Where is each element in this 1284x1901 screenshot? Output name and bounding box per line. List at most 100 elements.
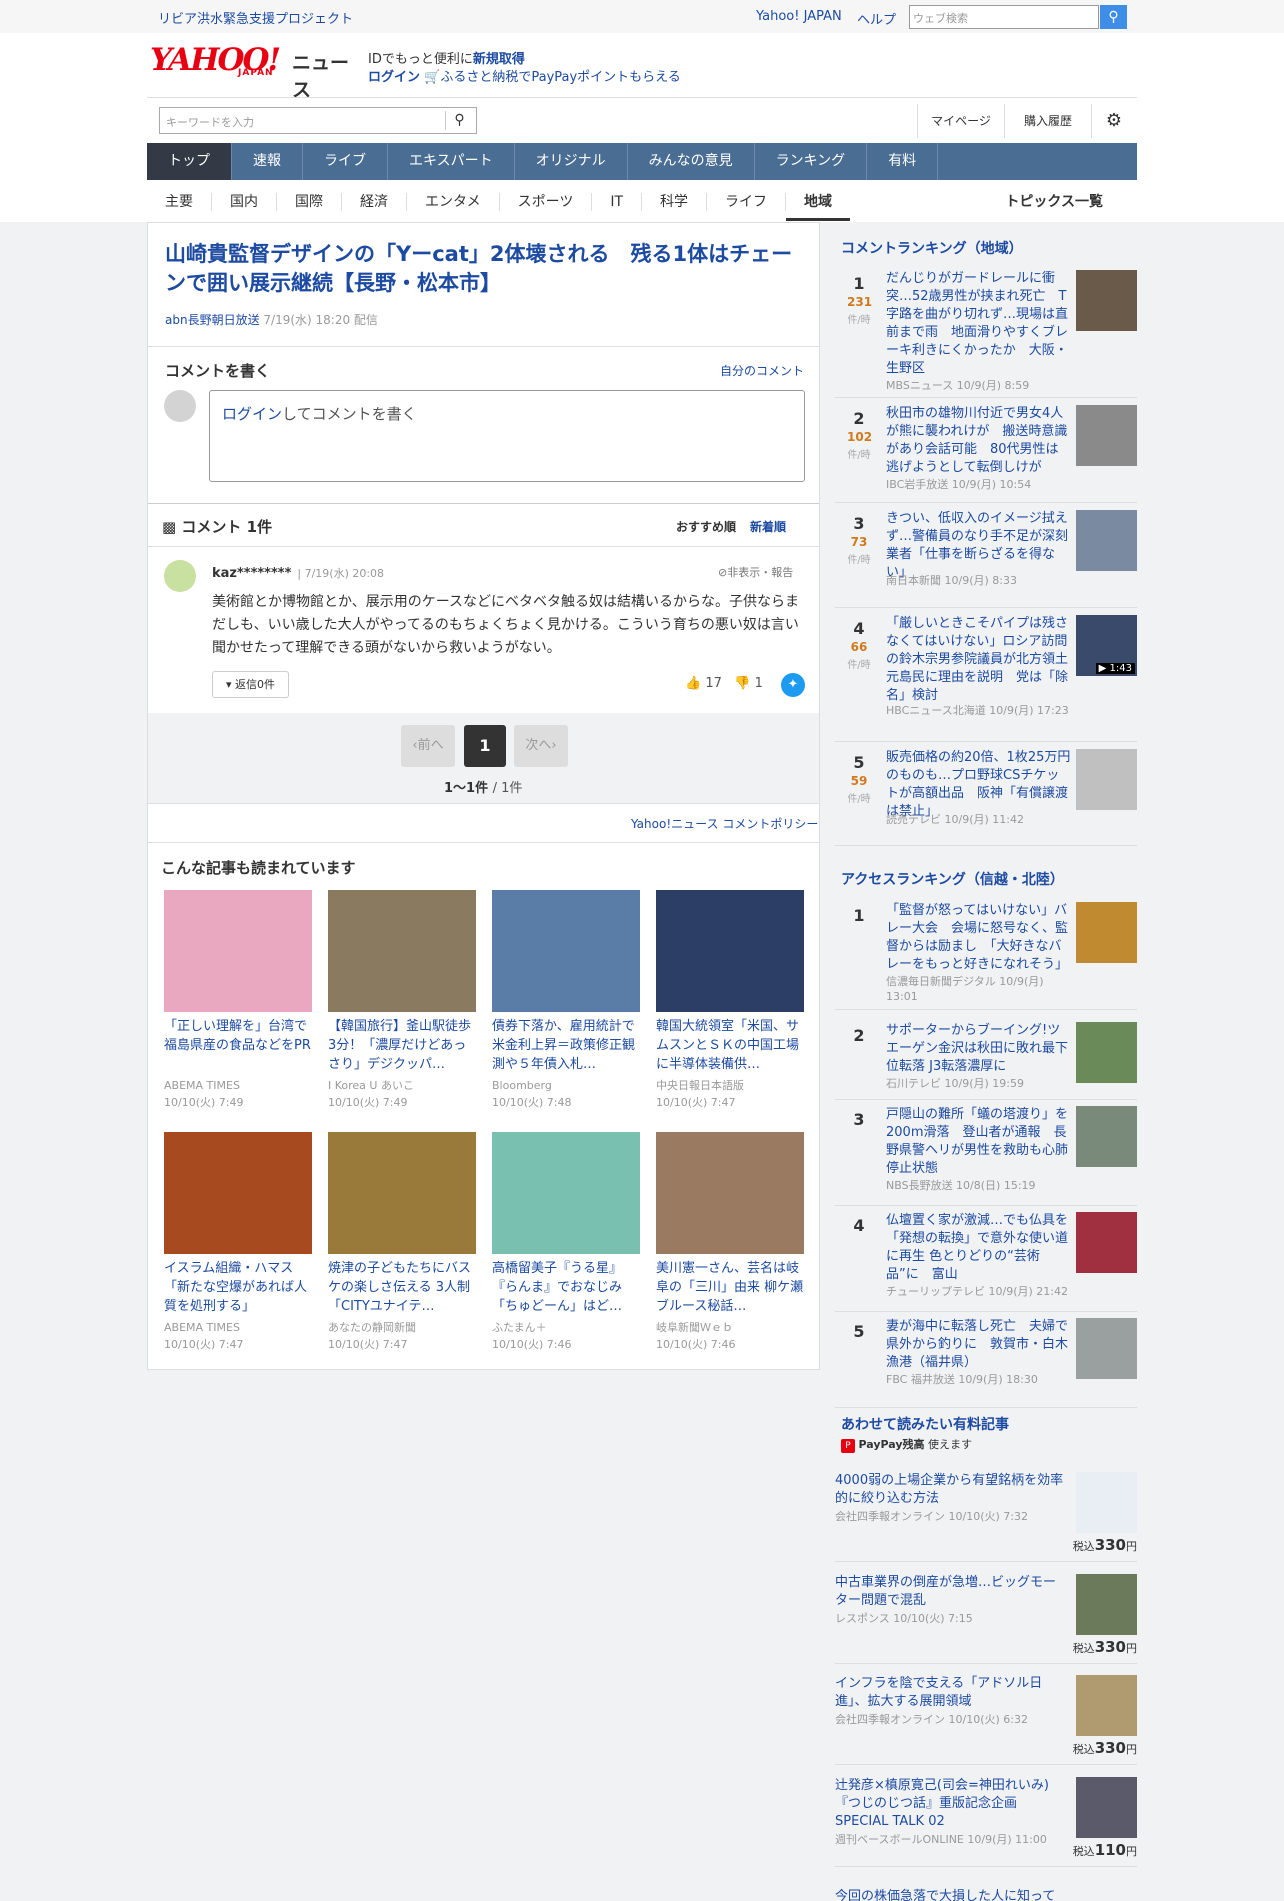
related-card[interactable]: 「正しい理解を」台湾で福島県産の食品などをPR ABEMA TIMES 10/10(…	[164, 890, 312, 1111]
comment-input[interactable]: ログインしてコメントを書く	[209, 390, 805, 482]
article-title[interactable]: 山崎貴監督デザインの「Yーcat」2体壊される 残る1体はチェーンで囲い展示継続…	[165, 240, 805, 298]
ranking-title[interactable]: 「厳しいときこそパイプは残さなくてはいけない」ロシア訪問の鈴木宗男参院議員が北方…	[886, 615, 1071, 705]
nav-live[interactable]: ライブ	[303, 143, 388, 180]
ranking-title[interactable]: だんじりがガードレールに衝突…52歳男性が挟まれ死亡 T字路を曲がり切れず…現場…	[886, 270, 1071, 378]
card-thumbnail[interactable]	[656, 1132, 804, 1254]
promo-link[interactable]: リビア洪水緊急支援プロジェクト	[158, 8, 353, 27]
paid-title[interactable]: 辻発彦×槙原寛己(司会=神田れいみ)『つじのじつ話』重版記念企画 SPECIAL…	[835, 1777, 1067, 1831]
paid-thumbnail[interactable]	[1076, 1574, 1137, 1635]
comment-policy-link[interactable]: Yahoo!ニュース コメントポリシー	[631, 815, 818, 832]
nav-breaking[interactable]: 速報	[232, 143, 303, 180]
ranking-title[interactable]: 戸隠山の難所「蟻の塔渡り」を200m滑落 登山者が通報 長野県警ヘリが男性を救助…	[886, 1106, 1071, 1178]
ranking-item[interactable]: 3 73 件/時 きつい、低収入のイメージ拭えず…警備員のなり手不足が深刻 業者「仕事…	[835, 510, 1137, 608]
paid-item[interactable]: 4000弱の上場企業から有望銘柄を効率的に絞り込む方法 会社四季報オンライン 10…	[835, 1472, 1137, 1562]
keyword-input[interactable]: キーワードを入力	[159, 107, 477, 134]
related-card[interactable]: 韓国大統領室「米国、サムスンとＳＫの中国工場に半導体装備供… 中央日報日本語版 10…	[656, 890, 804, 1111]
yahoo-news-logo[interactable]: YAHOO! JAPAN ニュース	[150, 42, 360, 101]
nav-original[interactable]: オリジナル	[515, 143, 628, 180]
ranking-item[interactable]: 2 102 件/時 秋田市の雄物川付近で男女4人が熊に襲われけが 搬送時意識があり会話…	[835, 405, 1137, 503]
ranking-thumbnail[interactable]	[1076, 1022, 1137, 1083]
ranking-thumbnail[interactable]	[1076, 510, 1137, 571]
ranking-thumbnail[interactable]	[1076, 749, 1137, 810]
gear-icon[interactable]: ⚙	[1091, 104, 1136, 138]
paid-item[interactable]: 今回の株価急落で大損した人に知って	[835, 1888, 1137, 1901]
ranking-thumbnail[interactable]	[1076, 405, 1137, 466]
my-comment-link[interactable]: 自分のコメント	[720, 362, 804, 379]
card-title[interactable]: 韓国大統領室「米国、サムスンとＳＫの中国工場に半導体装備供…	[656, 1017, 804, 1074]
card-thumbnail[interactable]	[164, 1132, 312, 1254]
page-1-button[interactable]: 1	[464, 725, 506, 767]
yahoo-japan-link[interactable]: Yahoo! JAPAN	[756, 9, 842, 24]
hide-report-link[interactable]: ⊘非表示・報告	[718, 564, 793, 580]
card-title[interactable]: イスラム組織・ハマス「新たな空爆があれば人質を処刑する」	[164, 1259, 312, 1316]
ranking-thumbnail[interactable]	[1076, 270, 1137, 331]
paid-title[interactable]: 今回の株価急落で大損した人に知って	[835, 1888, 1067, 1901]
ranking-item[interactable]: 3 戸隠山の難所「蟻の塔渡り」を200m滑落 登山者が通報 長野県警ヘリが男性を救…	[835, 1106, 1137, 1206]
card-title[interactable]: 【韓国旅行】釜山駅徒歩3分！「濃厚だけどあっさり」デジクッパ…	[328, 1017, 476, 1074]
card-title[interactable]: 債券下落か、雇用統計で米金利上昇＝政策修正観測や５年債入札…	[492, 1017, 640, 1074]
ranking-title[interactable]: 「監督が怒ってはいけない」バレー大会 会場に怒号なく、監督からは励まし 「大好き…	[886, 902, 1071, 974]
related-card[interactable]: 【韓国旅行】釜山駅徒歩3分！「濃厚だけどあっさり」デジクッパ… I Korea U…	[328, 890, 476, 1111]
nav-expert[interactable]: エキスパート	[388, 143, 515, 180]
paid-item[interactable]: 辻発彦×槙原寛己(司会=神田れいみ)『つじのじつ話』重版記念企画 SPECIAL…	[835, 1777, 1137, 1867]
card-title[interactable]: 美川憲一さん、芸名は岐阜の「三川」由来 柳ケ瀬ブルース秘話…	[656, 1259, 804, 1316]
ranking-item[interactable]: 2 サポーターからブーイング!ツエーゲン金沢は秋田に敗れ最下位転落 J3転落濃厚に…	[835, 1022, 1137, 1100]
paid-thumbnail[interactable]	[1076, 1472, 1137, 1533]
paid-title[interactable]: 中古車業界の倒産が急増…ビッグモーター問題で混乱	[835, 1574, 1067, 1610]
register-link[interactable]: 新規取得	[473, 52, 525, 67]
topics-list-link[interactable]: トピックス一覧	[987, 193, 1121, 211]
source-link[interactable]: abn長野朝日放送	[165, 313, 260, 327]
card-thumbnail[interactable]	[492, 1132, 640, 1254]
ranking-item[interactable]: 4 66 件/時 「厳しいときこそパイプは残さなくてはいけない」ロシア訪問の鈴木宗男参…	[835, 615, 1137, 742]
ranking-item[interactable]: 5 59 件/時 販売価格の約20倍、1枚25万円のものも…プロ野球CSチケットが高額…	[835, 749, 1137, 846]
ranking-item[interactable]: 4 仏壇置く家が激減…でも仏具を「発想の転換」で意外な使い道に再生 色とりどりの“…	[835, 1212, 1137, 1312]
subnav-life[interactable]: ライフ	[707, 193, 787, 211]
subnav-it[interactable]: IT	[592, 193, 643, 211]
related-card[interactable]: イスラム組織・ハマス「新たな空爆があれば人質を処刑する」 ABEMA TIMES 1…	[164, 1132, 312, 1353]
paid-thumbnail[interactable]	[1076, 1777, 1137, 1838]
card-title[interactable]: 焼津の子どもたちにバスケの楽しさ伝える 3人制「CITYユナイテ…	[328, 1259, 476, 1316]
related-card[interactable]: 債券下落か、雇用統計で米金利上昇＝政策修正観測や５年債入札… Bloomberg 1…	[492, 890, 640, 1111]
ranking-thumbnail[interactable]	[1076, 1106, 1137, 1167]
card-thumbnail[interactable]	[492, 890, 640, 1012]
subnav-entertainment[interactable]: エンタメ	[407, 193, 500, 211]
related-card[interactable]: 美川憲一さん、芸名は岐阜の「三川」由来 柳ケ瀬ブルース秘話… 岐阜新聞Ｗｅｂ 10/…	[656, 1132, 804, 1353]
related-card[interactable]: 高橋留美子『うる星』『らんま』でおなじみ「ちゅどーん」はど… ふたまん＋ 10/10…	[492, 1132, 640, 1353]
nav-top[interactable]: トップ	[147, 143, 232, 180]
card-title[interactable]: 高橋留美子『うる星』『らんま』でおなじみ「ちゅどーん」はど…	[492, 1259, 640, 1316]
subnav-world[interactable]: 国際	[277, 193, 342, 211]
search-icon[interactable]: ⚲	[1100, 5, 1127, 29]
user-name[interactable]: kaz********	[212, 566, 291, 581]
thumbs-up-icon[interactable]: 👍	[685, 676, 701, 691]
sort-recommended[interactable]: おすすめ順	[676, 520, 736, 534]
ranking-title[interactable]: サポーターからブーイング!ツエーゲン金沢は秋田に敗れ最下位転落 J3転落濃厚に	[886, 1022, 1071, 1076]
paid-title[interactable]: 4000弱の上場企業から有望銘柄を効率的に絞り込む方法	[835, 1472, 1067, 1508]
paid-title[interactable]: インフラを陰で支える「アドソル日進」、拡大する展開領域	[835, 1675, 1067, 1711]
search-icon[interactable]: ⚲	[445, 111, 473, 130]
mypage-link[interactable]: マイページ	[917, 104, 1004, 138]
next-page-button[interactable]: 次へ›	[514, 725, 568, 767]
furusato-link[interactable]: ふるさと納税でPayPayポイントもらえる	[440, 70, 680, 85]
paid-thumbnail[interactable]	[1076, 1675, 1137, 1736]
nav-paid[interactable]: 有料	[867, 143, 939, 180]
nav-opinion[interactable]: みんなの意見	[628, 143, 755, 180]
related-card[interactable]: 焼津の子どもたちにバスケの楽しさ伝える 3人制「CITYユナイテ… あなたの静岡新…	[328, 1132, 476, 1353]
subnav-science[interactable]: 科学	[642, 193, 708, 211]
prev-page-button[interactable]: ‹前へ	[401, 725, 455, 767]
sort-newest[interactable]: 新着順	[750, 520, 786, 534]
login-link[interactable]: ログイン	[222, 405, 282, 423]
nav-ranking[interactable]: ランキング	[755, 143, 868, 180]
paid-item[interactable]: 中古車業界の倒産が急増…ビッグモーター問題で混乱 レスポンス 10/10(火) 7…	[835, 1574, 1137, 1664]
comment-user[interactable]: kaz******** | 7/19(水) 20:08	[212, 565, 384, 581]
card-thumbnail[interactable]	[656, 890, 804, 1012]
subnav-main[interactable]: 主要	[147, 193, 212, 211]
ranking-item[interactable]: 5 妻が海中に転落し死亡 夫婦で県外から釣りに 敦賀市・白木漁港（福井県） FBC …	[835, 1318, 1137, 1408]
thumbs-down-icon[interactable]: 👎	[734, 676, 750, 691]
card-thumbnail[interactable]	[164, 890, 312, 1012]
ranking-thumbnail[interactable]	[1076, 1318, 1137, 1379]
ranking-thumbnail[interactable]	[1076, 902, 1137, 963]
subnav-economy[interactable]: 経済	[342, 193, 407, 211]
twitter-icon[interactable]: ✦	[781, 673, 805, 697]
subnav-sports[interactable]: スポーツ	[500, 193, 593, 211]
ranking-title[interactable]: 秋田市の雄物川付近で男女4人が熊に襲われけが 搬送時意識があり会話可能 80代男…	[886, 405, 1071, 477]
